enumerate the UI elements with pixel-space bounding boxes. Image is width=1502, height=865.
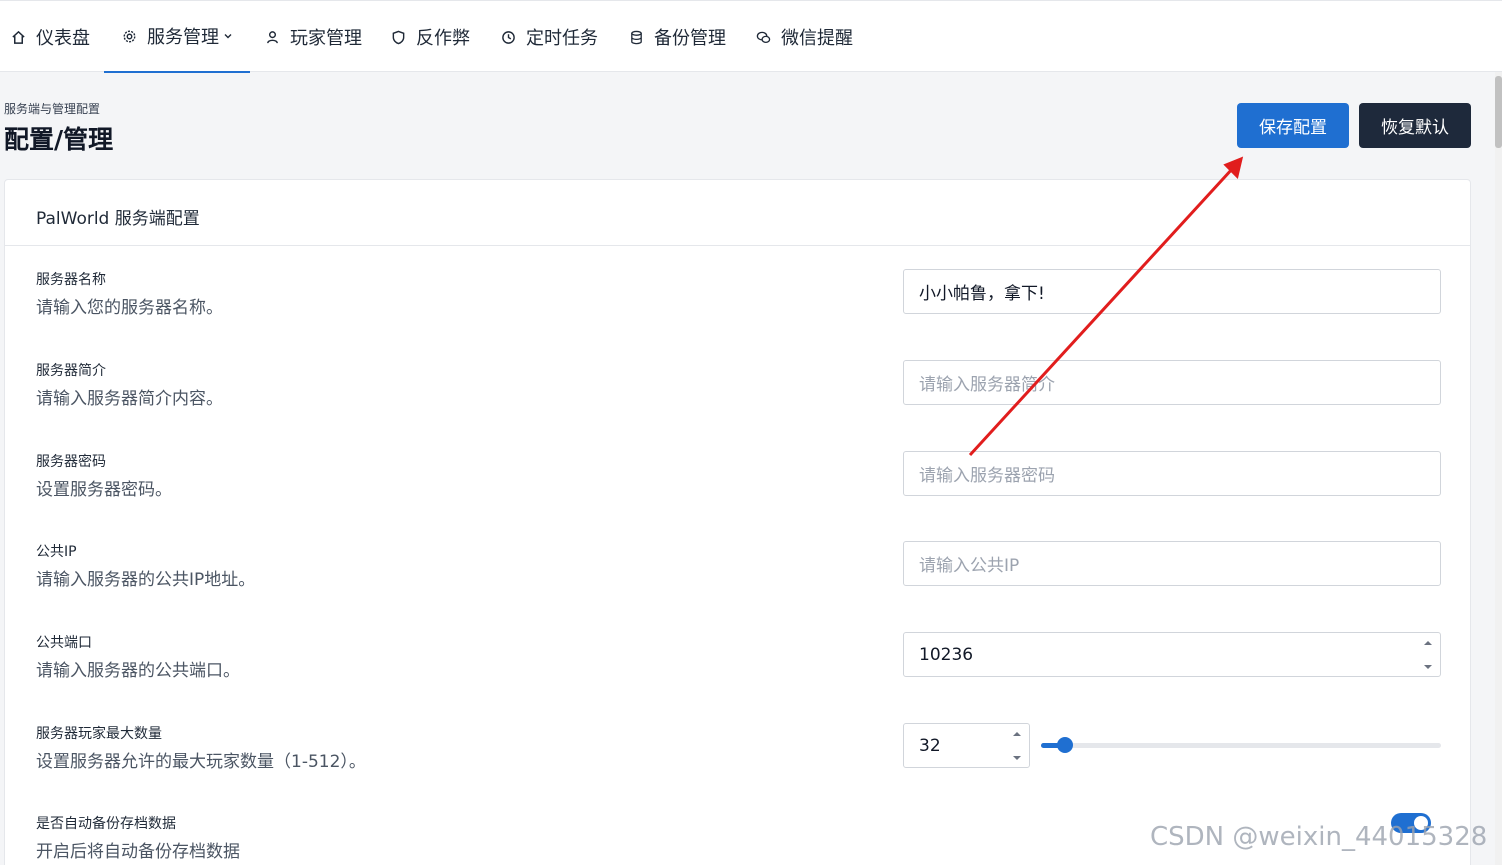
page-scrollbar[interactable] bbox=[1495, 72, 1502, 865]
card-header: PalWorld 服务端配置 bbox=[5, 180, 1470, 246]
spin-up-icon bbox=[1424, 641, 1432, 645]
field-label: 服务器玩家最大数量 bbox=[36, 726, 162, 742]
spin-up-icon bbox=[1013, 732, 1021, 736]
server-name-input[interactable]: 小小帕鲁，拿下! bbox=[903, 269, 1441, 314]
field-label: 公共IP bbox=[36, 544, 77, 560]
field-label: 公共端口 bbox=[36, 635, 92, 651]
database-icon bbox=[628, 29, 644, 45]
field-label: 服务器简介 bbox=[36, 363, 106, 379]
scrollbar-thumb[interactable] bbox=[1495, 76, 1502, 148]
clock-icon bbox=[500, 29, 516, 45]
number-spinner[interactable] bbox=[1011, 730, 1023, 762]
nav-item-backup-management[interactable]: 备份管理 bbox=[628, 1, 726, 73]
field-description: 请输入您的服务器名称。 bbox=[36, 298, 223, 318]
restore-default-button[interactable]: 恢复默认 bbox=[1359, 103, 1471, 148]
field-description: 请输入服务器的公共端口。 bbox=[36, 661, 240, 681]
card-title: PalWorld 服务端配置 bbox=[36, 209, 200, 229]
field-description: 请输入服务器的公共IP地址。 bbox=[36, 570, 256, 590]
field-row-server-password: 服务器密码 设置服务器密码。 请输入服务器密码 bbox=[5, 451, 1470, 541]
field-description: 设置服务器允许的最大玩家数量（1-512）。 bbox=[36, 752, 366, 772]
nav-item-label: 微信提醒 bbox=[781, 28, 853, 49]
field-description: 开启后将自动备份存档数据 bbox=[36, 842, 240, 862]
nav-item-service-management[interactable]: 服务管理 bbox=[104, 1, 250, 73]
user-icon bbox=[264, 29, 280, 45]
number-spinner[interactable] bbox=[1422, 639, 1434, 671]
gear-icon bbox=[121, 28, 137, 44]
shield-icon bbox=[390, 29, 406, 45]
public-port-value: 10236 bbox=[919, 644, 974, 665]
nav-item-label: 备份管理 bbox=[654, 28, 726, 49]
wechat-icon bbox=[755, 29, 771, 45]
nav-item-anticheat[interactable]: 反作弊 bbox=[390, 1, 470, 73]
public-ip-input[interactable]: 请输入公共IP bbox=[903, 541, 1441, 586]
server-config-card: PalWorld 服务端配置 服务器名称 请输入您的服务器名称。 小小帕鲁，拿下… bbox=[4, 179, 1471, 865]
field-description: 请输入服务器简介内容。 bbox=[36, 389, 223, 409]
nav-item-label: 仪表盘 bbox=[36, 28, 90, 49]
server-intro-input[interactable]: 请输入服务器简介 bbox=[903, 360, 1441, 405]
field-label: 是否自动备份存档数据 bbox=[36, 816, 176, 832]
max-players-value: 32 bbox=[919, 735, 941, 756]
chevron-down-icon bbox=[223, 31, 233, 41]
nav-item-dashboard[interactable]: 仪表盘 bbox=[10, 1, 90, 73]
field-label: 服务器名称 bbox=[36, 272, 106, 288]
spin-down-icon bbox=[1424, 665, 1432, 669]
field-row-max-players: 服务器玩家最大数量 设置服务器允许的最大玩家数量（1-512）。 32 bbox=[5, 723, 1470, 813]
field-row-server-name: 服务器名称 请输入您的服务器名称。 小小帕鲁，拿下! bbox=[5, 269, 1470, 359]
field-row-server-intro: 服务器简介 请输入服务器简介内容。 请输入服务器简介 bbox=[5, 360, 1470, 450]
nav-item-label: 定时任务 bbox=[526, 28, 598, 49]
slider-thumb[interactable] bbox=[1057, 737, 1073, 753]
nav-item-wechat-alerts[interactable]: 微信提醒 bbox=[755, 1, 853, 73]
top-navbar: 仪表盘 服务管理 玩家管理 反作弊 定时任务 备份管理 微信提醒 bbox=[0, 0, 1502, 73]
max-players-slider[interactable] bbox=[1041, 737, 1441, 753]
field-row-public-port: 公共端口 请输入服务器的公共端口。 10236 bbox=[5, 632, 1470, 722]
nav-item-label: 反作弊 bbox=[416, 28, 470, 49]
page-title: 配置/管理 bbox=[4, 125, 114, 154]
public-port-input[interactable]: 10236 bbox=[903, 632, 1441, 677]
max-players-input[interactable]: 32 bbox=[903, 723, 1030, 768]
home-icon bbox=[10, 29, 26, 45]
watermark: CSDN @weixin_44015328 bbox=[1150, 822, 1488, 852]
spin-down-icon bbox=[1013, 756, 1021, 760]
page-header: 服务端与管理配置 配置/管理 保存配置 恢复默认 bbox=[0, 72, 1495, 180]
field-label: 服务器密码 bbox=[36, 454, 106, 470]
nav-item-label: 服务管理 bbox=[147, 27, 219, 48]
field-description: 设置服务器密码。 bbox=[36, 480, 172, 500]
field-row-public-ip: 公共IP 请输入服务器的公共IP地址。 请输入公共IP bbox=[5, 541, 1470, 631]
nav-item-scheduled-tasks[interactable]: 定时任务 bbox=[500, 1, 598, 73]
save-config-button[interactable]: 保存配置 bbox=[1237, 103, 1349, 148]
nav-item-label: 玩家管理 bbox=[290, 28, 362, 49]
server-password-input[interactable]: 请输入服务器密码 bbox=[903, 451, 1441, 496]
breadcrumb: 服务端与管理配置 bbox=[4, 102, 101, 116]
nav-item-player-management[interactable]: 玩家管理 bbox=[264, 1, 362, 73]
